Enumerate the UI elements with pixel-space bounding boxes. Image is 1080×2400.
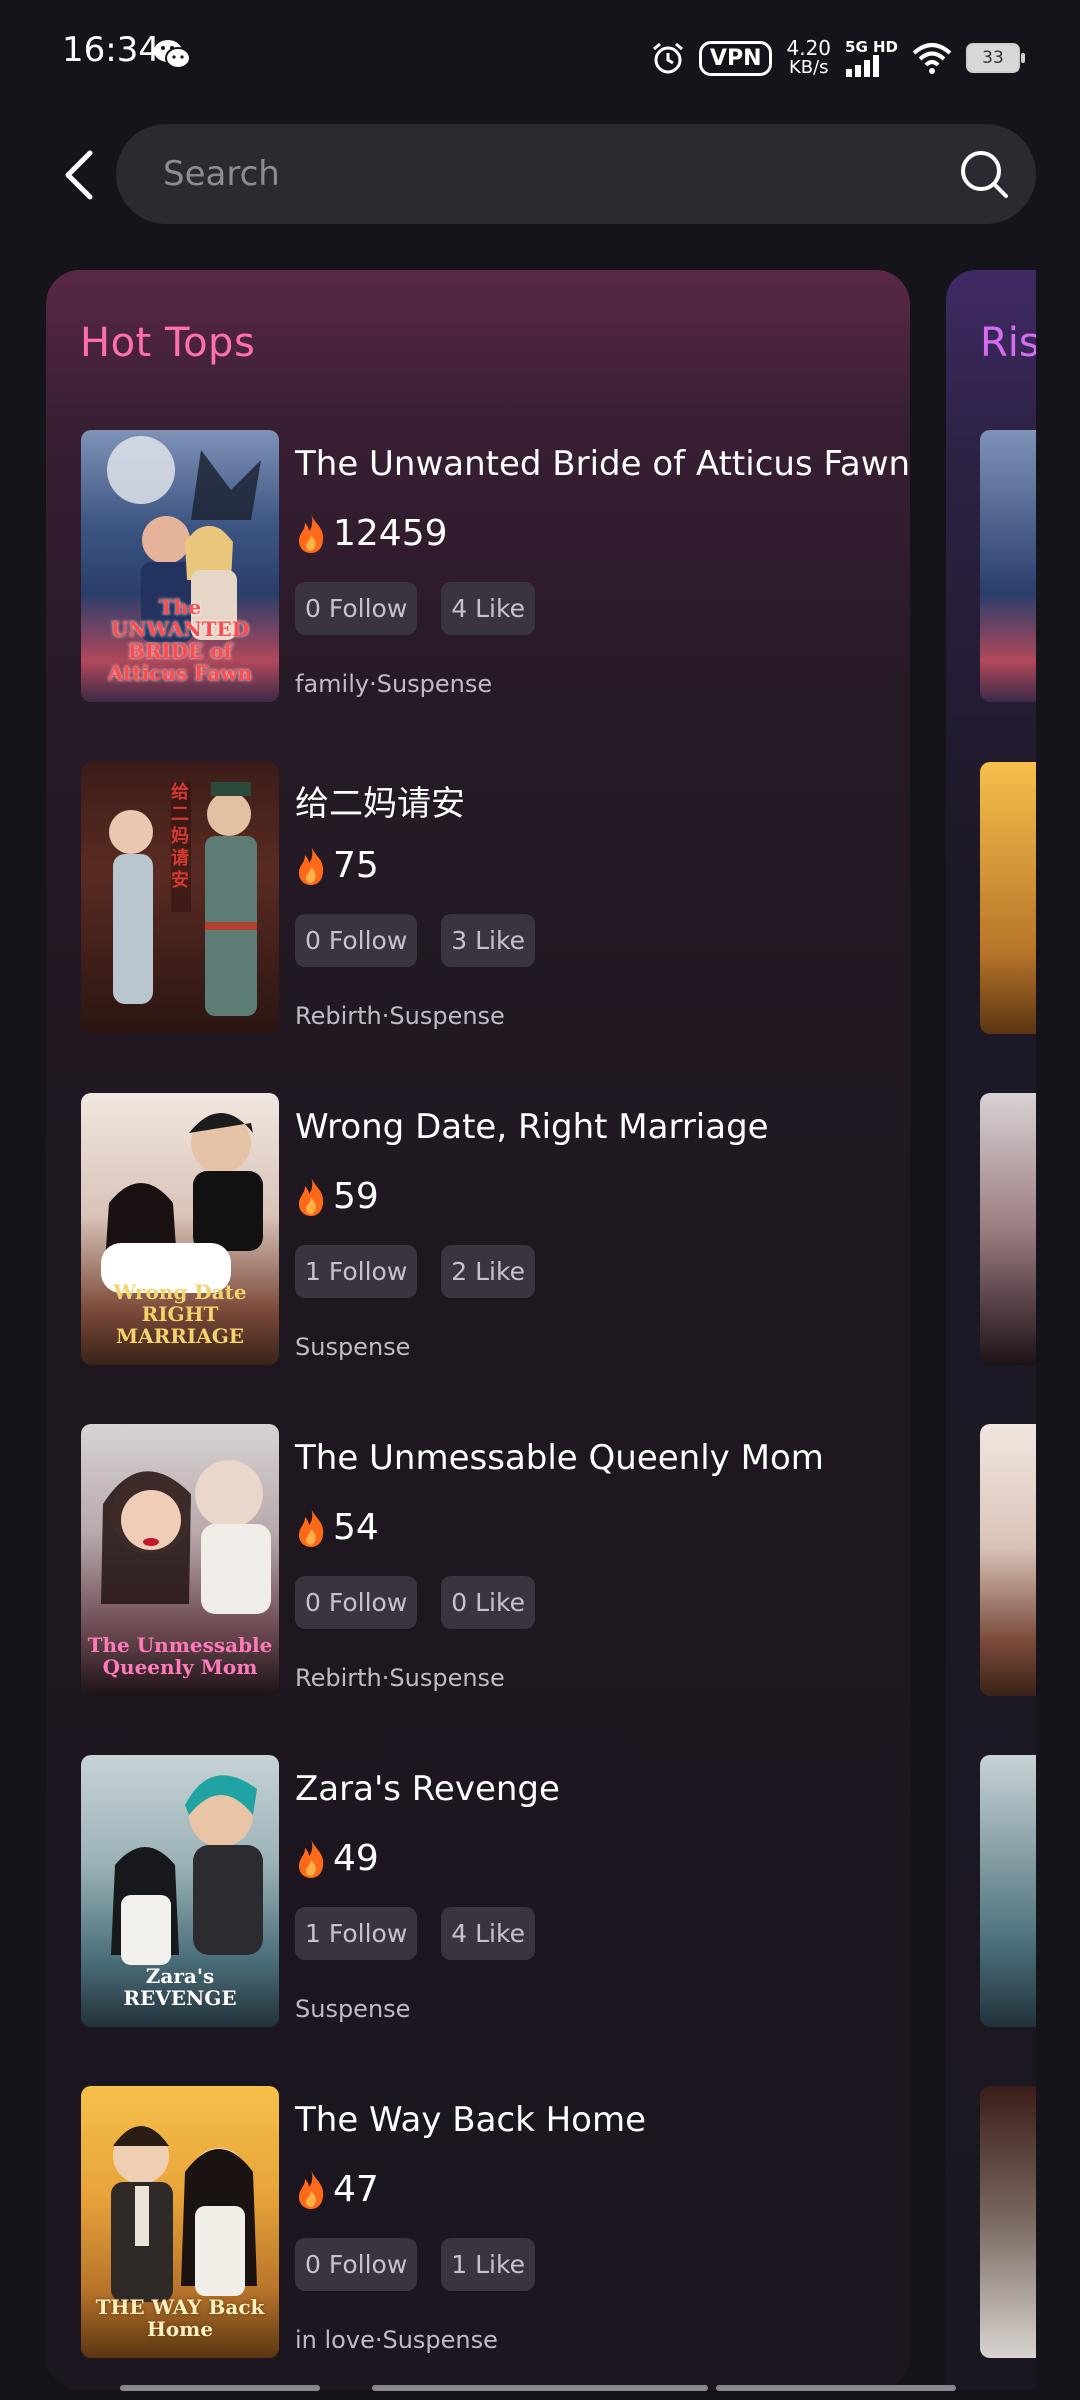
drama-item[interactable]: The UNWANTED BRIDE of Atticus Fawn The U… [81, 430, 910, 702]
genre-tags: Rebirth·Suspense [295, 1664, 505, 1692]
battery-indicator: 33 [966, 43, 1025, 73]
rising-title: Ris [980, 320, 1036, 366]
fire-icon [299, 1176, 324, 1216]
drama-poster[interactable]: Wrong Date RIGHT MARRIAGE [81, 1093, 279, 1365]
heat-count: 59 [295, 1173, 379, 1219]
rising-poster[interactable] [980, 1755, 1036, 2027]
drama-title[interactable]: The Way Back Home [295, 2100, 646, 2140]
drama-title[interactable]: Wrong Date, Right Marriage [295, 1107, 769, 1147]
like-count-chip[interactable]: 4 Like [441, 1907, 535, 1960]
drama-poster[interactable]: 给二妈请安 [81, 762, 279, 1034]
poster-caption: THE WAY Back Home [95, 2295, 265, 2341]
like-count-chip[interactable]: 4 Like [441, 582, 535, 635]
home-indicator[interactable] [120, 2385, 320, 2391]
search-icon[interactable] [958, 148, 1010, 200]
heat-count: 49 [295, 1835, 379, 1881]
genre-tags: Suspense [295, 1333, 411, 1361]
follow-count-chip[interactable]: 0 Follow [295, 914, 418, 967]
wifi-icon [912, 43, 952, 74]
drama-item[interactable]: 给二妈请安 给二妈请安 75 0 Follow 3 Like Rebirth·S… [81, 762, 881, 1034]
drama-item[interactable]: THE WAY Back Home The Way Back Home 47 0… [81, 2086, 881, 2358]
alarm-icon [652, 42, 683, 74]
drama-title[interactable]: The Unmessable Queenly Mom [295, 1438, 824, 1478]
heat-value: 12459 [333, 512, 448, 554]
like-count-chip[interactable]: 0 Like [441, 1576, 535, 1629]
follow-count-chip[interactable]: 0 Follow [295, 582, 418, 635]
poster-caption: 给二妈请安 [171, 782, 189, 891]
rising-poster[interactable] [980, 2086, 1036, 2358]
hot-tops-card: Hot Tops The UNWANTED BRIDE of Atticus F… [46, 270, 910, 2390]
network-speed-value: 4.20 [786, 36, 832, 60]
heat-value: 54 [333, 1506, 379, 1548]
signal-bars-icon [846, 55, 880, 77]
rising-card[interactable]: Ris [946, 270, 1036, 2390]
poster-caption: The UNWANTED BRIDE of Atticus Fawn [107, 595, 252, 685]
fire-icon [299, 845, 324, 885]
fire-icon [299, 1838, 324, 1878]
home-indicator[interactable] [372, 2385, 708, 2391]
like-count-chip[interactable]: 3 Like [441, 914, 535, 967]
follow-count-chip[interactable]: 0 Follow [295, 2238, 418, 2291]
genre-tags: in love·Suspense [295, 2326, 498, 2354]
rising-poster[interactable] [980, 1424, 1036, 1696]
back-button[interactable] [56, 145, 100, 205]
poster-caption: The Unmessable Queenly Mom [87, 1633, 273, 1679]
drama-item[interactable]: Zara's REVENGE Zara's Revenge 49 1 Follo… [81, 1755, 881, 2027]
heat-value: 75 [333, 844, 379, 886]
poster-caption: Wrong Date RIGHT MARRIAGE [113, 1280, 247, 1348]
drama-title[interactable]: Zara's Revenge [295, 1769, 560, 1809]
drama-title[interactable]: 给二妈请安 [295, 776, 465, 825]
poster-caption: Zara's REVENGE [123, 1964, 237, 2010]
drama-poster[interactable]: The Unmessable Queenly Mom [81, 1424, 279, 1696]
network-speed: 4.20 KB/s [786, 38, 831, 78]
follow-count-chip[interactable]: 0 Follow [295, 1576, 418, 1629]
network-type: 5G HD [845, 38, 898, 56]
heat-value: 47 [333, 2168, 379, 2210]
follow-count-chip[interactable]: 1 Follow [295, 1245, 418, 1298]
search-input[interactable]: Search [116, 124, 1036, 224]
genre-tags: family·Suspense [295, 670, 493, 698]
heat-count: 47 [295, 2166, 379, 2212]
cellular-signal: 5G HD [845, 39, 898, 77]
genre-tags: Rebirth·Suspense [295, 1002, 505, 1030]
fire-icon [299, 513, 324, 553]
heat-value: 49 [333, 1837, 379, 1879]
status-bar: 16:34 VPN 4.20 KB/s 5G HD 33 [0, 0, 1080, 110]
like-count-chip[interactable]: 2 Like [441, 1245, 535, 1298]
drama-poster[interactable]: The UNWANTED BRIDE of Atticus Fawn [81, 430, 279, 702]
heat-value: 59 [333, 1175, 379, 1217]
rising-poster[interactable] [980, 430, 1036, 702]
home-indicator[interactable] [716, 2385, 956, 2391]
hot-tops-title: Hot Tops [80, 320, 256, 366]
rising-poster[interactable] [980, 1093, 1036, 1365]
vpn-badge: VPN [698, 40, 773, 76]
wechat-icon [154, 40, 191, 69]
follow-count-chip[interactable]: 1 Follow [295, 1907, 418, 1960]
rising-poster[interactable] [980, 762, 1036, 1034]
drama-item[interactable]: Wrong Date RIGHT MARRIAGE Wrong Date, Ri… [81, 1093, 881, 1365]
fire-icon [299, 2169, 324, 2209]
genre-tags: Suspense [295, 1995, 411, 2023]
drama-item[interactable]: The Unmessable Queenly Mom The Unmessabl… [81, 1424, 881, 1696]
search-placeholder: Search [163, 154, 280, 194]
drama-poster[interactable]: THE WAY Back Home [81, 2086, 279, 2358]
fire-icon [299, 1507, 324, 1547]
heat-count: 75 [295, 842, 379, 888]
heat-count: 54 [295, 1504, 379, 1550]
drama-poster[interactable]: Zara's REVENGE [81, 1755, 279, 2027]
status-time: 16:34 [62, 30, 160, 70]
heat-count: 12459 [295, 510, 448, 556]
network-speed-unit: KB/s [788, 57, 829, 78]
like-count-chip[interactable]: 1 Like [441, 2238, 535, 2291]
drama-title[interactable]: The Unwanted Bride of Atticus Fawn [295, 444, 910, 484]
